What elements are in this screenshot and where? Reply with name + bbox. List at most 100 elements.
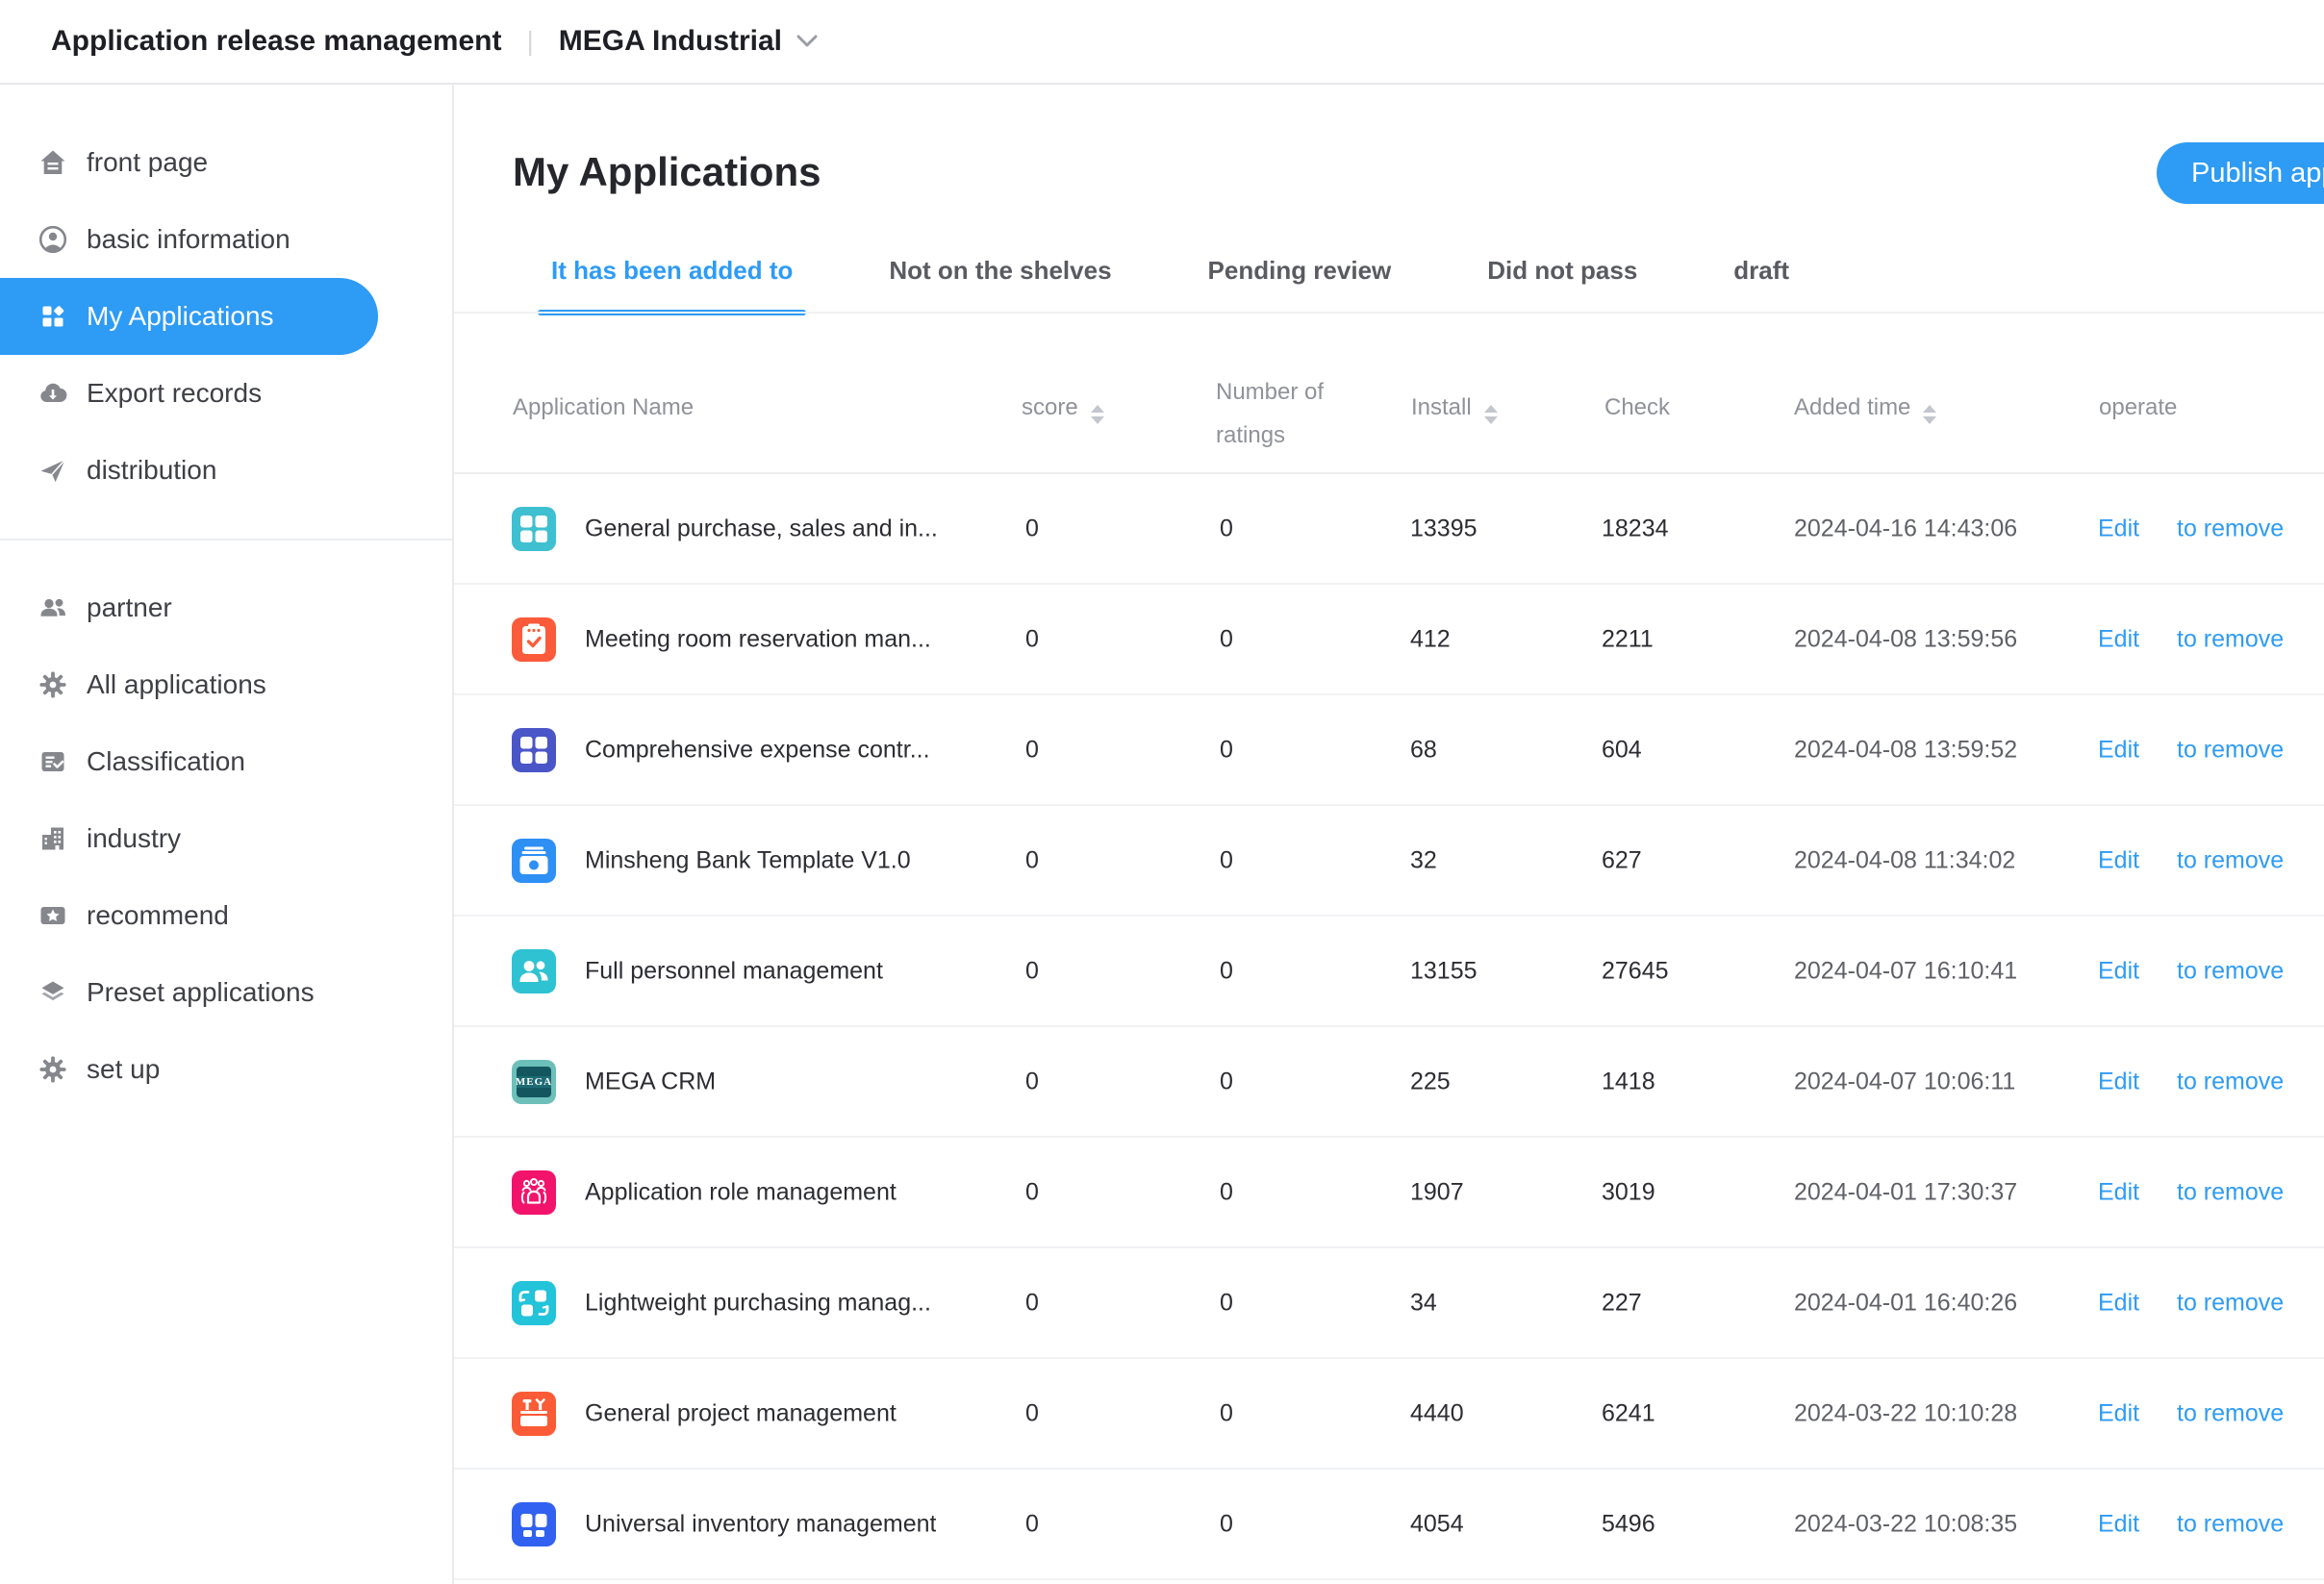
status-tabs: It has been added to Not on the shelves Pe… — [551, 254, 1885, 312]
column-operate: operate — [2099, 393, 2177, 422]
sidebar-item-my-applications[interactable]: My Applications — [0, 278, 378, 355]
app-title: Application release management — [51, 25, 502, 58]
sidebar-item-label: Classification — [87, 746, 245, 777]
sidebar-item-all-applications[interactable]: All applications — [0, 646, 452, 723]
remove-link[interactable]: to remove — [2177, 846, 2284, 874]
sidebar-item-industry[interactable]: industry — [0, 800, 452, 877]
sidebar-item-basic-information[interactable]: basic information — [0, 201, 452, 278]
column-install: Install — [1411, 393, 1498, 424]
app-icon-role-group — [512, 1170, 556, 1215]
app-icon-persons — [512, 949, 556, 993]
remove-link[interactable]: to remove — [2177, 515, 2284, 542]
ratings-count: 0 — [1220, 1289, 1233, 1317]
edit-link[interactable]: Edit — [2098, 736, 2139, 764]
application-name: General project management — [585, 1399, 897, 1427]
grid-icon — [38, 302, 67, 331]
remove-link[interactable]: to remove — [2177, 736, 2284, 764]
edit-link[interactable]: Edit — [2098, 1510, 2139, 1538]
application-name: Universal inventory management — [585, 1510, 936, 1538]
remove-link[interactable]: to remove — [2177, 1289, 2284, 1317]
sidebar-item-label: Export records — [87, 378, 262, 409]
remove-link[interactable]: to remove — [2177, 1068, 2284, 1095]
remove-link[interactable]: to remove — [2177, 1178, 2284, 1206]
sidebar-item-preset-applications[interactable]: Preset applications — [0, 954, 452, 1031]
app-icon-clipboard — [512, 617, 556, 662]
app-icon-toolbox — [512, 1392, 556, 1436]
install-count: 412 — [1410, 625, 1451, 653]
sort-icon[interactable] — [1091, 405, 1104, 424]
application-name: Lightweight purchasing manag... — [585, 1289, 931, 1317]
column-score: score — [1022, 393, 1104, 424]
application-name: Meeting room reservation man... — [585, 625, 931, 653]
check-count: 5496 — [1602, 1510, 1655, 1538]
table-row: General project management00444062412024… — [454, 1359, 2324, 1470]
application-name: MEGA CRM — [585, 1068, 716, 1095]
table-row: Universal inventory management0040545496… — [454, 1470, 2324, 1580]
sidebar-item-set-up[interactable]: set up — [0, 1031, 452, 1108]
sidebar-item-recommend[interactable]: recommend — [0, 877, 452, 954]
sidebar-item-front-page[interactable]: front page — [0, 124, 452, 201]
ratings-count: 0 — [1220, 846, 1233, 874]
tab-did-not-pass[interactable]: Did not pass — [1487, 254, 1637, 312]
table-row: Lightweight purchasing manag...003422720… — [454, 1248, 2324, 1359]
cloud-download-icon — [38, 379, 67, 408]
column-check: Check — [1604, 393, 1670, 422]
sidebar-item-label: front page — [87, 147, 208, 178]
sidebar-item-partner[interactable]: partner — [0, 569, 452, 646]
added-time: 2024-04-01 16:40:26 — [1794, 1289, 2017, 1317]
table-header: Application Name score Number of ratings… — [454, 314, 2324, 474]
install-count: 4440 — [1410, 1399, 1464, 1427]
sidebar-item-export-records[interactable]: Export records — [0, 355, 452, 432]
edit-link[interactable]: Edit — [2098, 1178, 2139, 1206]
app-icon-archive — [512, 1502, 556, 1546]
check-count: 18234 — [1602, 515, 1669, 542]
table-row: Application role management0019073019202… — [454, 1138, 2324, 1248]
install-count: 13395 — [1410, 515, 1478, 542]
edit-link[interactable]: Edit — [2098, 1068, 2139, 1095]
sort-icon[interactable] — [1484, 405, 1498, 424]
title-divider: | — [527, 26, 534, 57]
top-bar: Application release management | MEGA In… — [0, 0, 2324, 85]
sidebar-item-label: partner — [87, 592, 172, 623]
main-content: My Applications Publish application It h… — [454, 85, 2324, 1584]
sidebar-item-classification[interactable]: Classification — [0, 723, 452, 800]
added-time: 2024-04-07 10:06:11 — [1794, 1068, 2015, 1095]
edit-link[interactable]: Edit — [2098, 625, 2139, 653]
check-count: 627 — [1602, 846, 1642, 874]
sidebar-item-label: distribution — [87, 455, 216, 486]
publish-application-button[interactable]: Publish application — [2157, 142, 2324, 204]
tab-pending-review[interactable]: Pending review — [1208, 254, 1392, 312]
star-badge-icon — [38, 901, 67, 930]
org-switcher[interactable]: MEGA Industrial — [559, 25, 819, 58]
sidebar-item-distribution[interactable]: distribution — [0, 432, 452, 509]
remove-link[interactable]: to remove — [2177, 957, 2284, 985]
layers-icon — [38, 978, 67, 1007]
tab-not-on-the-shelves[interactable]: Not on the shelves — [889, 254, 1111, 312]
tab-draft[interactable]: draft — [1733, 254, 1789, 312]
added-time: 2024-04-08 13:59:56 — [1794, 625, 2017, 653]
edit-link[interactable]: Edit — [2098, 1289, 2139, 1317]
remove-link[interactable]: to remove — [2177, 1510, 2284, 1538]
score-value: 0 — [1025, 515, 1039, 542]
edit-link[interactable]: Edit — [2098, 1399, 2139, 1427]
check-count: 3019 — [1602, 1178, 1655, 1206]
home-icon — [38, 148, 67, 177]
sidebar-item-label: recommend — [87, 900, 229, 931]
score-value: 0 — [1025, 1510, 1039, 1538]
remove-link[interactable]: to remove — [2177, 1399, 2284, 1427]
edit-link[interactable]: Edit — [2098, 515, 2139, 542]
ratings-count: 0 — [1220, 1068, 1233, 1095]
application-name: Minsheng Bank Template V1.0 — [585, 846, 911, 874]
application-name: General purchase, sales and in... — [585, 515, 938, 542]
check-count: 604 — [1602, 736, 1642, 764]
edit-link[interactable]: Edit — [2098, 957, 2139, 985]
edit-link[interactable]: Edit — [2098, 846, 2139, 874]
user-circle-icon — [38, 225, 67, 254]
remove-link[interactable]: to remove — [2177, 625, 2284, 653]
app-icon-banknote — [512, 839, 556, 883]
score-value: 0 — [1025, 957, 1039, 985]
sort-icon[interactable] — [1923, 405, 1936, 424]
added-time: 2024-04-01 17:30:37 — [1794, 1178, 2017, 1206]
tab-it-has-been-added-to[interactable]: It has been added to — [551, 254, 793, 312]
table-row: Minsheng Bank Template V1.000326272024-0… — [454, 806, 2324, 917]
